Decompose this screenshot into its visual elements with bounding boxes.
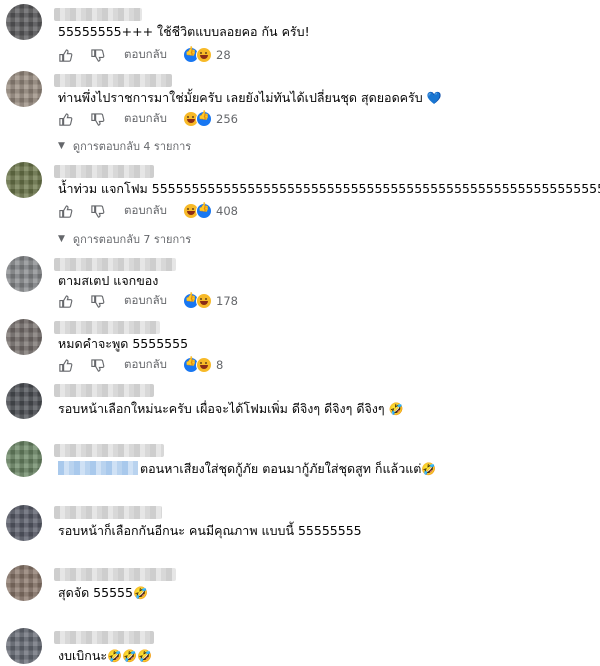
view-replies-label: ดูการตอบกลับ 4 รายการ xyxy=(72,140,192,153)
dislike-icon[interactable] xyxy=(90,292,108,310)
reaction-count: 408 xyxy=(216,204,238,218)
commenter-name-blurred[interactable] xyxy=(54,631,154,644)
commenter-name-blurred[interactable] xyxy=(54,568,176,581)
avatar[interactable] xyxy=(6,441,42,477)
avatar[interactable] xyxy=(6,565,42,601)
comment-actions: ตอบกลับ 8 xyxy=(58,356,223,374)
like-icon[interactable] xyxy=(58,292,76,310)
reply-button[interactable]: ตอบกลับ xyxy=(124,292,167,310)
haha-reaction-icon xyxy=(196,293,212,309)
chevron-down-icon: ▼ xyxy=(58,141,65,151)
reply-button[interactable]: ตอบกลับ xyxy=(124,46,167,64)
like-icon[interactable] xyxy=(58,110,76,128)
reaction-summary[interactable]: 178 xyxy=(183,293,238,309)
reaction-count: 178 xyxy=(216,294,238,308)
comment-actions: ตอบกลับ 256 xyxy=(58,110,238,128)
reaction-count: 8 xyxy=(216,358,224,372)
avatar[interactable] xyxy=(6,505,42,541)
comment-text: สุดจัด 55555🤣 xyxy=(58,585,148,600)
dislike-icon[interactable] xyxy=(90,46,108,64)
commenter-name-blurred[interactable] xyxy=(54,321,160,334)
like-reaction-icon xyxy=(196,203,212,219)
rofl-emoji: 🤣 xyxy=(388,402,404,416)
view-replies-label: ดูการตอบกลับ 7 รายการ xyxy=(72,233,192,246)
commenter-name-blurred[interactable] xyxy=(54,8,142,21)
avatar[interactable] xyxy=(6,383,42,419)
reaction-summary[interactable]: 8 xyxy=(183,357,223,373)
comment-text: 55555555+++ ใช้ชีวิตแบบลอยคอ กัน ครับ! xyxy=(58,24,310,39)
rofl-emoji: 🤣 xyxy=(132,586,148,600)
like-reaction-icon xyxy=(196,111,212,127)
commenter-name-blurred[interactable] xyxy=(54,258,176,271)
reaction-count: 28 xyxy=(216,48,231,62)
comment-text: หมดคำจะพูด 5555555 xyxy=(58,336,189,351)
dislike-icon[interactable] xyxy=(90,202,108,220)
comment-text: น้ำท่วม แจกโฟม 5555555555555555555555555… xyxy=(58,181,600,196)
comment-actions: ตอบกลับ 408 xyxy=(58,202,238,220)
avatar[interactable] xyxy=(6,319,42,355)
dislike-icon[interactable] xyxy=(90,110,108,128)
reaction-summary[interactable]: 408 xyxy=(183,203,238,219)
rofl-emoji: 🤣🤣🤣 xyxy=(107,649,152,663)
comment-text: งบเบิกนะ🤣🤣🤣 xyxy=(58,648,152,663)
commenter-name-blurred[interactable] xyxy=(54,165,154,178)
commenter-name-blurred[interactable] xyxy=(54,506,162,519)
rofl-emoji: 🤣 xyxy=(421,462,437,476)
reply-button[interactable]: ตอบกลับ xyxy=(124,110,167,128)
chevron-down-icon: ▼ xyxy=(58,234,65,244)
dislike-icon[interactable] xyxy=(90,356,108,374)
reply-button[interactable]: ตอบกลับ xyxy=(124,202,167,220)
comment-actions: ตอบกลับ 28 xyxy=(58,46,231,64)
commenter-name-blurred[interactable] xyxy=(54,384,154,397)
reaction-summary[interactable]: 28 xyxy=(183,47,231,63)
reaction-count: 256 xyxy=(216,112,238,126)
reply-button[interactable]: ตอบกลับ xyxy=(124,356,167,374)
reaction-summary[interactable]: 256 xyxy=(183,111,238,127)
commenter-name-blurred[interactable] xyxy=(54,74,172,87)
comment-text: รอบหน้าเลือกใหม่นะครับ เผื่อจะได้โฟมเพิ่… xyxy=(58,401,404,416)
comment-text: ตอนหาเสียงใส่ชุดกู้ภัย ตอนมากู้ภัยใส่ชุด… xyxy=(58,461,436,477)
haha-reaction-icon xyxy=(196,47,212,63)
comment-text: ตามสเตป แจกของ xyxy=(58,273,159,288)
comment-text: ท่านพึ่งไปราชการมาใช่มั้ยครับ เลยยังไม่ท… xyxy=(58,90,442,105)
view-replies-link[interactable]: ▼ ดูการตอบกลับ 7 รายการ xyxy=(58,230,191,248)
like-icon[interactable] xyxy=(58,356,76,374)
avatar[interactable] xyxy=(6,162,42,198)
mention-blurred[interactable] xyxy=(58,461,138,475)
avatar[interactable] xyxy=(6,71,42,107)
haha-reaction-icon xyxy=(196,357,212,373)
commenter-name-blurred[interactable] xyxy=(54,444,164,457)
like-icon[interactable] xyxy=(58,202,76,220)
like-icon[interactable] xyxy=(58,46,76,64)
comment-actions: ตอบกลับ 178 xyxy=(58,292,238,310)
avatar[interactable] xyxy=(6,256,42,292)
avatar[interactable] xyxy=(6,628,42,664)
comment-text: รอบหน้าก็เลือกกันอีกนะ คนมีคุณภาพ แบบนี้… xyxy=(58,523,362,538)
avatar[interactable] xyxy=(6,4,42,40)
view-replies-link[interactable]: ▼ ดูการตอบกลับ 4 รายการ xyxy=(58,137,191,155)
blue-heart-emoji: 💙 xyxy=(426,91,442,105)
